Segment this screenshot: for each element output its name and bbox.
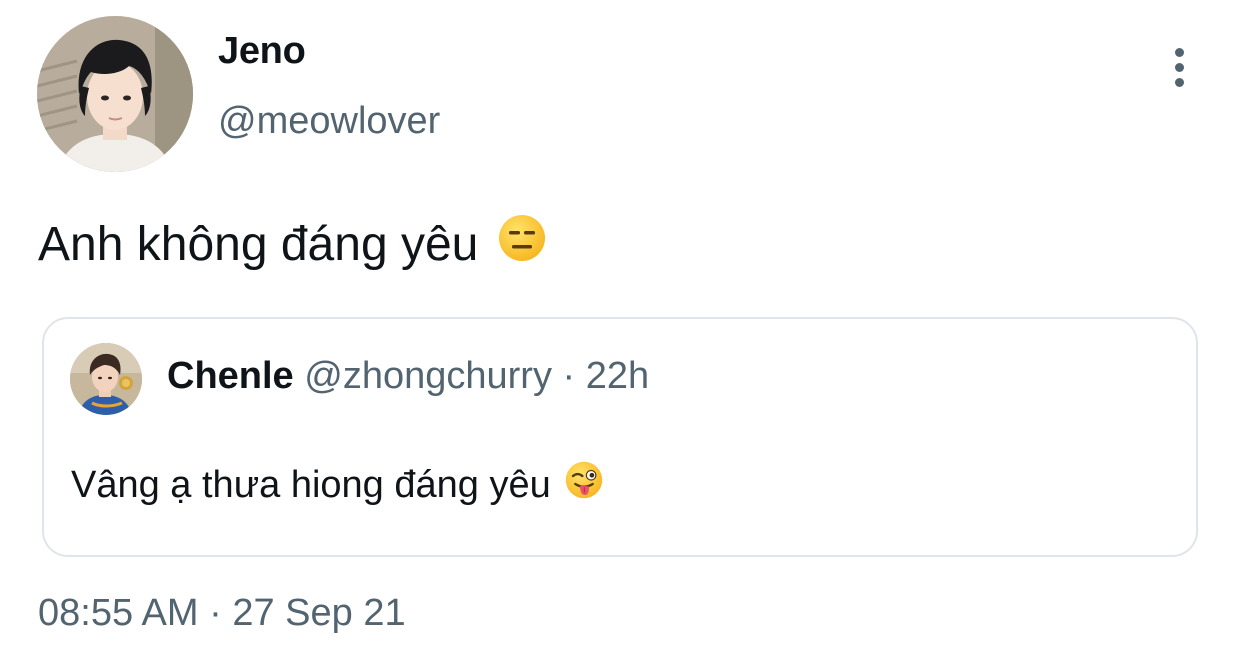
meta-separator: ·	[562, 355, 576, 397]
author-handle[interactable]: @meowlover	[218, 100, 440, 143]
timestamp-separator: ·	[209, 592, 222, 634]
more-vertical-icon[interactable]	[1158, 44, 1200, 90]
tweet-date[interactable]: 27 Sep 21	[232, 592, 405, 634]
more-dot	[1174, 62, 1184, 72]
more-dot	[1174, 47, 1184, 57]
author-avatar[interactable]	[37, 16, 193, 172]
more-dot	[1174, 77, 1184, 87]
quoted-author-avatar[interactable]	[70, 343, 142, 415]
tweet-text: Anh không đáng yêu	[38, 214, 546, 274]
quoted-tweet-age[interactable]: 22h	[586, 355, 649, 397]
author-display-name[interactable]: Jeno	[218, 30, 306, 73]
quoted-tweet-header: Chenle @zhongchurry · 22h	[167, 355, 649, 398]
quoted-author-display-name[interactable]: Chenle	[167, 355, 294, 397]
expressionless-face-icon	[498, 214, 546, 274]
quoted-tweet-text: Vâng ạ thưa hiong đáng yêu	[71, 461, 603, 509]
quoted-tweet-card[interactable]: Chenle @zhongchurry · 22h Vâng ạ thưa hi…	[42, 317, 1198, 557]
tweet-text-content: Anh không đáng yêu	[38, 217, 479, 271]
winking-face-with-tongue-icon	[565, 461, 603, 509]
tweet-timestamp: 08:55 AM · 27 Sep 21	[38, 592, 406, 635]
quoted-tweet-text-content: Vâng ạ thưa hiong đáng yêu	[71, 463, 551, 506]
tweet-time[interactable]: 08:55 AM	[38, 592, 199, 634]
quoted-author-handle[interactable]: @zhongchurry	[304, 355, 552, 397]
